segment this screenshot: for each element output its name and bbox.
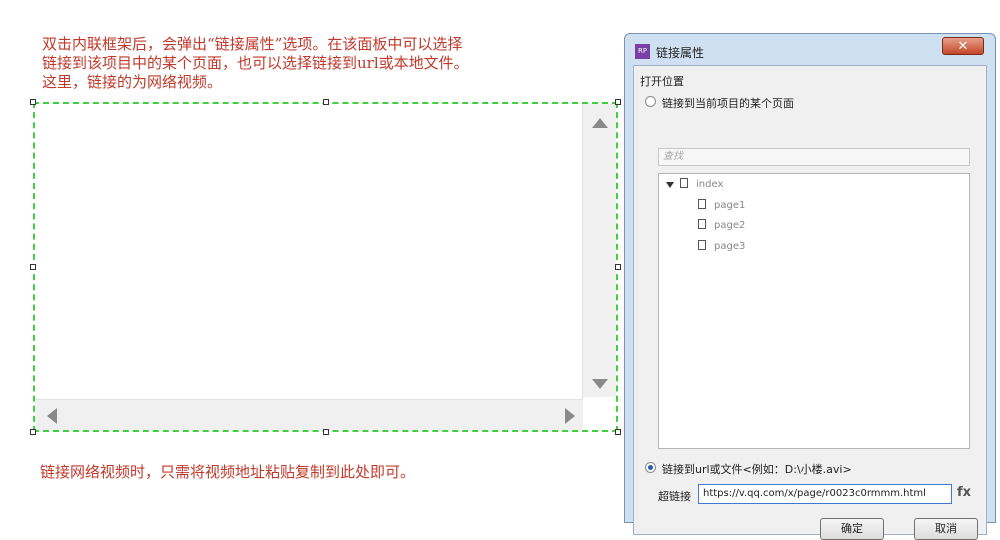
expand-triangle-icon[interactable] [666,182,674,188]
resize-handle-bottom-left[interactable] [30,429,36,435]
document-icon [680,178,688,188]
tree-node-label: page3 [714,241,746,252]
instruction-note-top: 双击内联框架后，会弹出“链接属性”选项。在该面板中可以选择 链接到该项目中的某个… [42,35,469,91]
dialog-titlebar[interactable]: RP 链接属性 ✕ [625,34,995,64]
ok-button[interactable]: 确定 [820,518,884,540]
link-to-url-radio[interactable] [645,462,656,473]
resize-handle-top-left[interactable] [30,99,36,105]
resize-handle-top[interactable] [323,99,329,105]
link-to-url-label[interactable]: 链接到url或文件<例如：D:\小楼.avi> [662,461,852,477]
link-properties-dialog: RP 链接属性 ✕ 打开位置 链接到当前项目的某个页面 查找 index pag… [624,33,996,540]
inline-frame-widget[interactable] [33,102,618,432]
document-icon [698,240,706,250]
tree-node-page2[interactable]: page2 [698,219,745,231]
resize-handle-top-right[interactable] [615,99,621,105]
tree-node-label: index [696,179,724,190]
close-icon: ✕ [957,39,969,54]
close-button[interactable]: ✕ [942,37,984,55]
document-icon [698,199,706,209]
scrollbar-corner [583,397,616,430]
page-search-input[interactable]: 查找 [658,148,970,166]
dialog-body: 打开位置 链接到当前项目的某个页面 查找 index page1 page2 p… [633,65,987,540]
open-location-label: 打开位置 [640,75,684,88]
tree-node-label: page2 [714,220,746,231]
page-tree[interactable]: index page1 page2 page3 [658,173,970,449]
scroll-right-arrow-icon[interactable] [565,408,575,424]
hyperlink-label: 超链接 [658,490,691,503]
tree-node-label: page1 [714,200,746,211]
horizontal-scrollbar[interactable] [35,399,583,430]
instruction-note-bottom: 链接网络视频时，只需将视频地址粘贴复制到此处即可。 [40,463,416,481]
vertical-scrollbar[interactable] [582,104,616,399]
resize-handle-right[interactable] [615,264,621,270]
scroll-left-arrow-icon[interactable] [47,408,57,424]
link-to-page-radio[interactable] [645,96,656,107]
axure-app-icon: RP [635,44,650,59]
resize-handle-bottom[interactable] [323,429,329,435]
tree-node-page1[interactable]: page1 [698,199,745,211]
resize-handle-left[interactable] [30,264,36,270]
scroll-up-arrow-icon[interactable] [592,118,608,128]
resize-handle-bottom-right[interactable] [615,429,621,435]
cancel-button[interactable]: 取消 [914,518,978,540]
tree-node-page3[interactable]: page3 [698,240,745,252]
fx-button[interactable]: fx [957,485,971,500]
dialog-title: 链接属性 [656,46,705,60]
document-icon [698,219,706,229]
link-to-page-label[interactable]: 链接到当前项目的某个页面 [662,95,794,111]
hyperlink-input[interactable]: https://v.qq.com/x/page/r0023c0rmmm.html [698,484,952,504]
tree-node-index[interactable]: index [680,178,723,190]
scroll-down-arrow-icon[interactable] [592,379,608,389]
